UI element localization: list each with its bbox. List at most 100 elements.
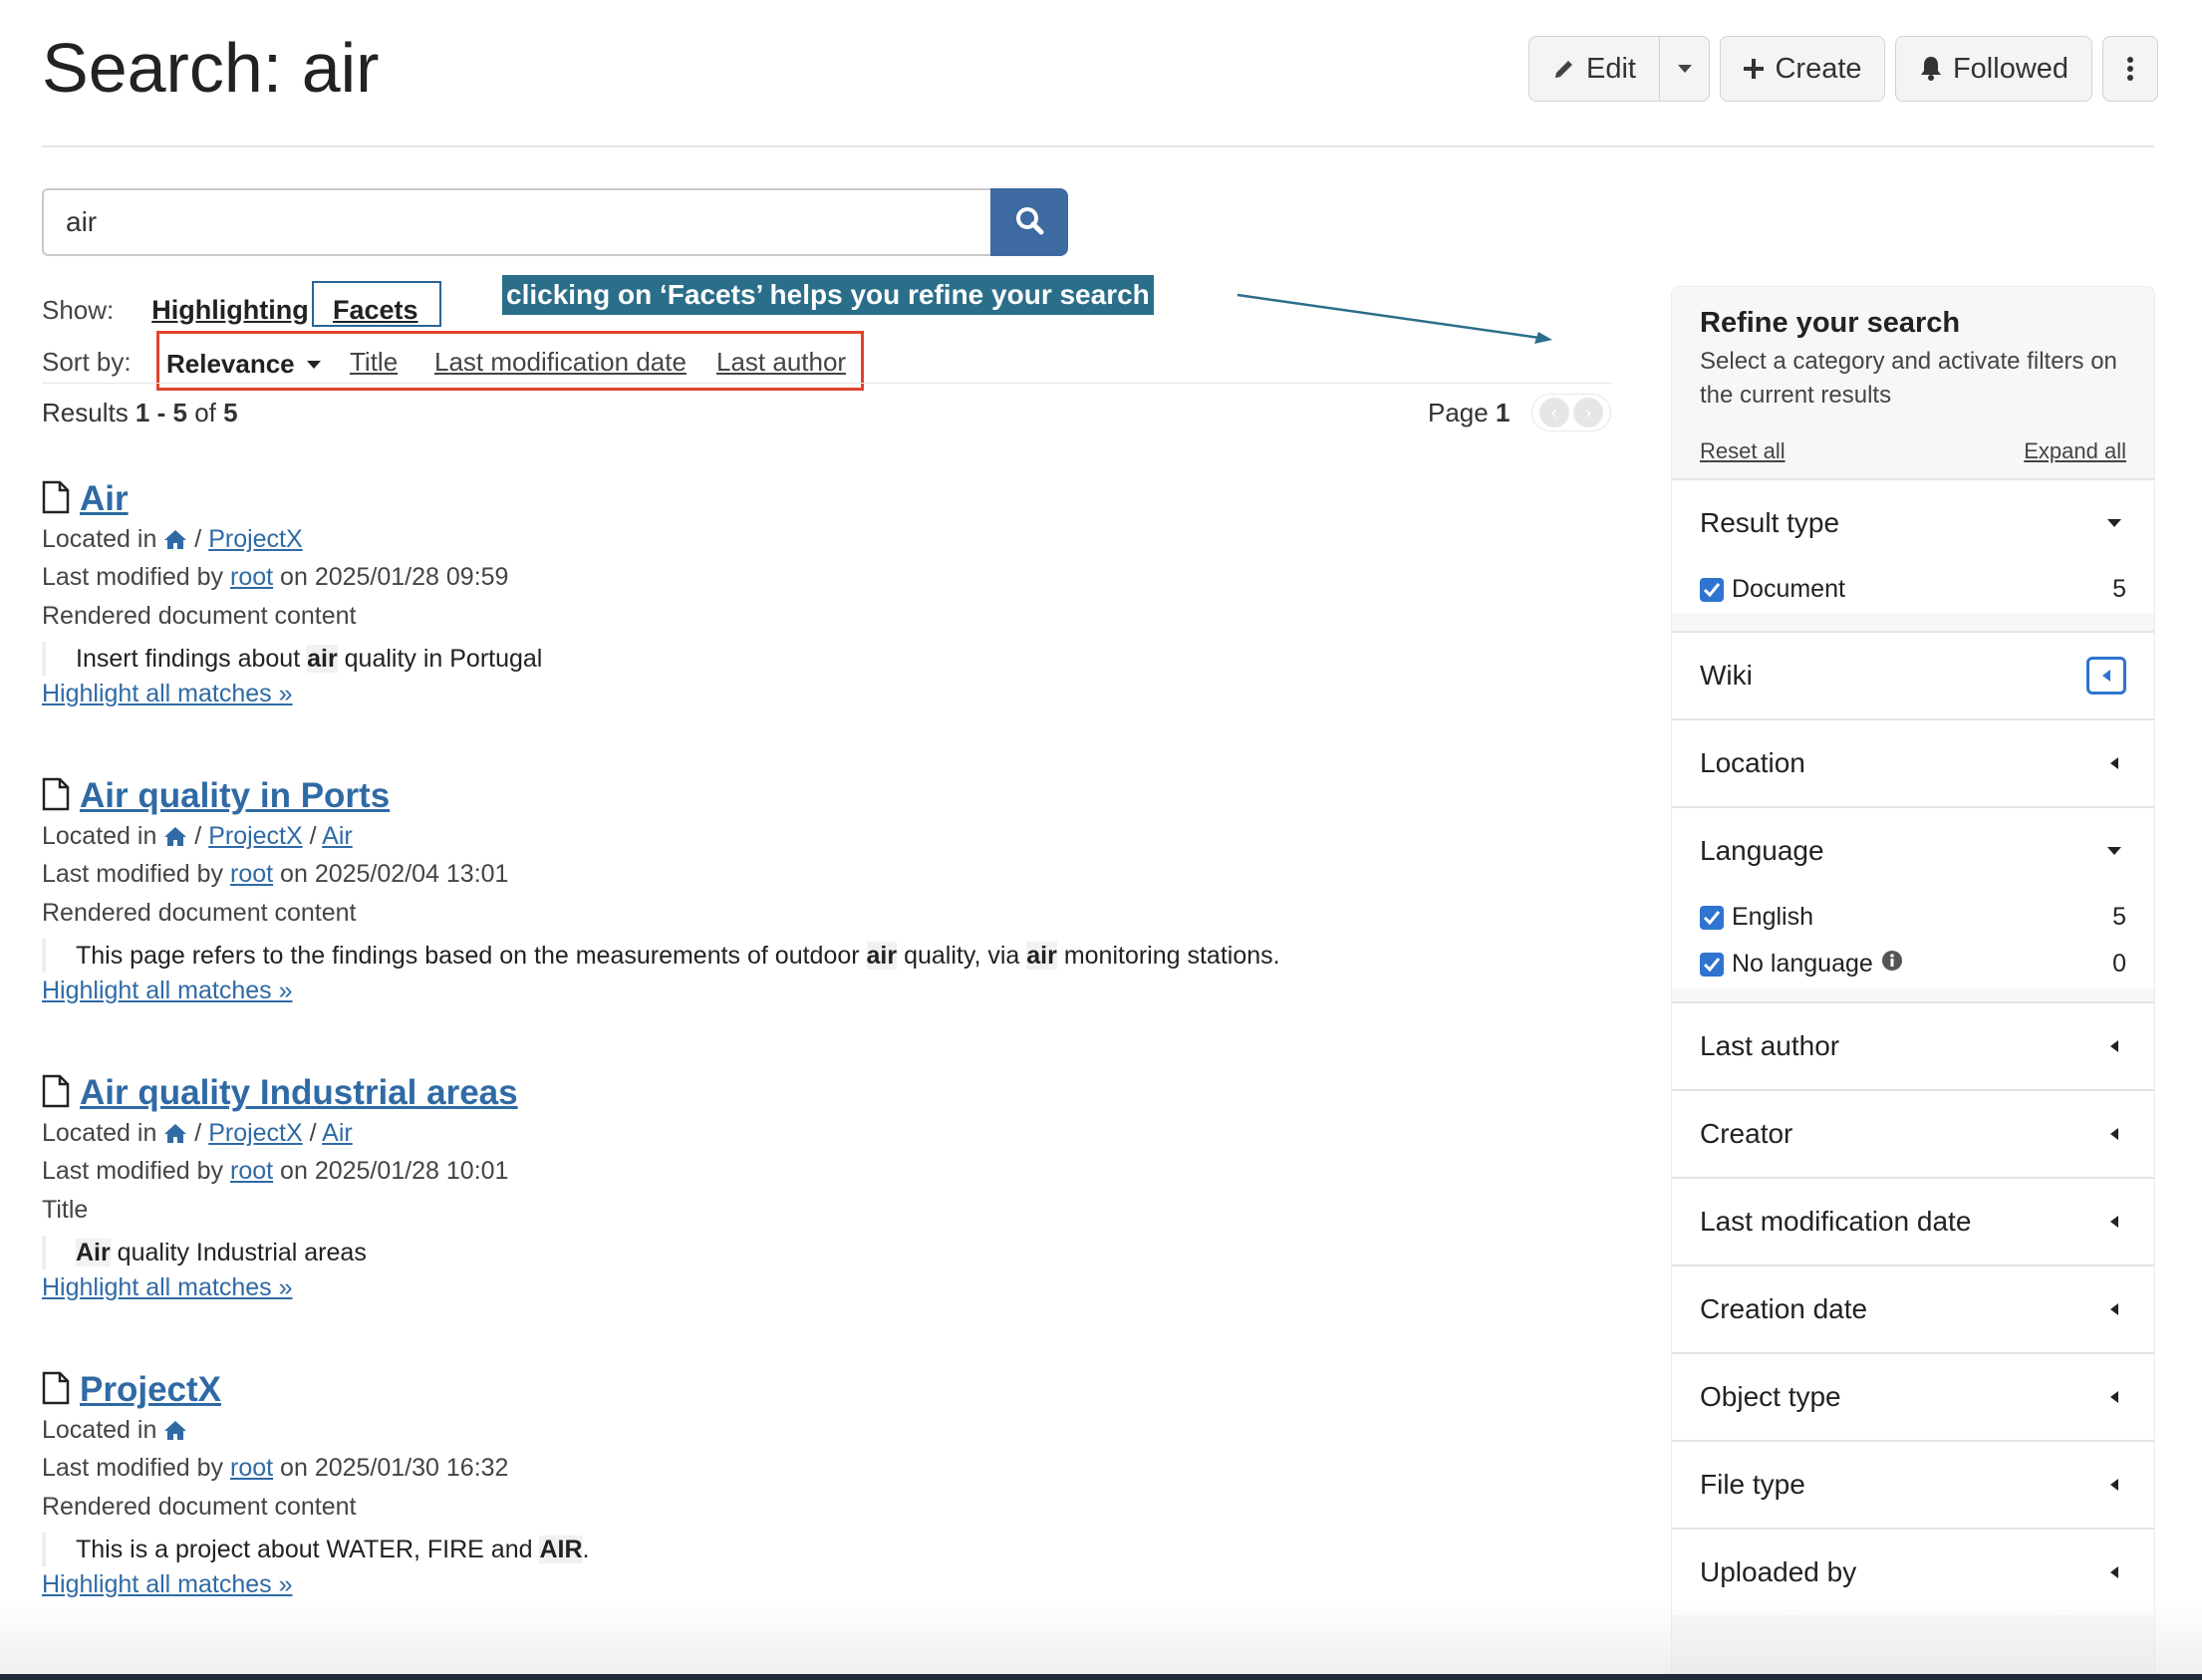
check-icon (1703, 582, 1721, 597)
checkbox[interactable] (1700, 577, 1724, 602)
facet-header[interactable]: Language (1700, 808, 2126, 894)
on-label: on (280, 563, 308, 591)
sort-last-author-link[interactable]: Last author (716, 347, 846, 378)
facet-header[interactable]: Object type (1700, 1354, 2126, 1440)
result-title-link[interactable]: Air (80, 479, 129, 519)
home-icon[interactable] (163, 822, 187, 857)
facet-label: Last modification date (1700, 1206, 1972, 1237)
highlight-all-link[interactable]: Highlight all matches » (42, 973, 1596, 1008)
result-title-row: Air quality in Ports (42, 773, 1596, 819)
result-snippet: This page refers to the findings based o… (42, 939, 1596, 973)
author-link[interactable]: root (230, 1157, 273, 1185)
search-button[interactable] (990, 188, 1068, 256)
facet-header[interactable]: Creation date (1700, 1266, 2126, 1352)
author-link[interactable]: root (230, 860, 273, 888)
expand-facet-button[interactable] (2086, 657, 2126, 695)
facet-header[interactable]: Result type (1700, 480, 2126, 566)
snippet-text: quality in Portugal (337, 645, 543, 673)
facet-language: Language English 5 No language 0 (1672, 806, 2154, 987)
facet-label: Location (1700, 747, 1805, 778)
home-icon[interactable] (163, 1119, 187, 1154)
facet-header[interactable]: Creator (1700, 1091, 2126, 1177)
snippet-match: air (307, 645, 338, 673)
home-icon[interactable] (163, 1416, 187, 1451)
followed-label: Followed (1952, 52, 2069, 85)
snippet-text: Insert findings about (76, 645, 308, 673)
author-link[interactable]: root (230, 563, 273, 591)
facet-header[interactable]: File type (1700, 1442, 2126, 1528)
highlight-all-link[interactable]: Highlight all matches » (42, 1566, 1596, 1602)
breadcrumb-link[interactable]: ProjectX (208, 1119, 302, 1147)
search-input[interactable] (42, 188, 992, 256)
facets-link[interactable]: Facets (333, 295, 418, 326)
result-title-link[interactable]: Air quality in Ports (80, 776, 390, 816)
file-icon (42, 1074, 70, 1113)
on-label: on (280, 860, 308, 888)
prev-page-button[interactable]: ‹ (1539, 398, 1569, 427)
author-link[interactable]: root (230, 1454, 273, 1482)
result-title-link[interactable]: ProjectX (80, 1370, 221, 1410)
page-number: 1 (1495, 398, 1511, 427)
page-indicator: Page 1 (1428, 398, 1510, 428)
caret-left-icon (2102, 1560, 2126, 1584)
caret-down-icon (2102, 511, 2126, 535)
result-location: Located in / ProjectX / Air (42, 819, 1596, 857)
followed-button[interactable]: Followed (1895, 36, 2092, 102)
breadcrumb-link[interactable]: ProjectX (208, 822, 302, 850)
create-button[interactable]: Create (1720, 36, 1885, 102)
show-label: Show: (42, 295, 115, 325)
facet-header[interactable]: Last modification date (1700, 1179, 2126, 1264)
refine-title: Refine your search (1700, 307, 1961, 339)
caret-down-icon (1677, 64, 1693, 74)
results-count: Results 1 - 5 of 5 (42, 398, 238, 428)
refine-panel-links: Reset all Expand all (1672, 438, 2154, 464)
next-page-button[interactable]: › (1573, 398, 1603, 427)
sort-relevance-dropdown[interactable]: Relevance (166, 346, 322, 380)
breadcrumb-link[interactable]: Air (322, 1119, 353, 1147)
sort-title-link[interactable]: Title (350, 347, 398, 378)
file-icon (42, 480, 70, 519)
facet-creation-date: Creation date (1672, 1264, 2154, 1352)
breadcrumb-link[interactable]: ProjectX (208, 525, 302, 553)
facet-label: Language (1700, 835, 1824, 866)
more-actions-button[interactable] (2102, 36, 2158, 102)
sort-last-mod-link[interactable]: Last modification date (434, 347, 687, 378)
facet-header[interactable]: Location (1700, 720, 2126, 806)
result-title-row: Air quality Industrial areas (42, 1070, 1596, 1116)
reset-all-link[interactable]: Reset all (1700, 438, 1786, 464)
result-title-link[interactable]: Air quality Industrial areas (80, 1073, 518, 1113)
checkbox[interactable] (1700, 952, 1724, 977)
edit-button[interactable]: Edit (1528, 36, 1660, 102)
highlighting-link[interactable]: Highlighting (151, 295, 308, 326)
caret-left-icon (2102, 1122, 2126, 1146)
highlight-all-link[interactable]: Highlight all matches » (42, 676, 1596, 711)
facet-header[interactable]: Last author (1700, 1003, 2126, 1089)
expand-all-link[interactable]: Expand all (2024, 438, 2126, 464)
info-icon[interactable] (1881, 950, 1903, 979)
page-title: Search: air (42, 29, 380, 107)
highlight-all-link[interactable]: Highlight all matches » (42, 1269, 1596, 1305)
on-label: on (280, 1454, 308, 1482)
facet-location: Location (1672, 718, 2154, 806)
edit-dropdown-button[interactable] (1660, 36, 1710, 102)
facet-label: Object type (1700, 1381, 1841, 1412)
facet-label: Last author (1700, 1030, 1840, 1061)
refine-panel-header: Refine your search Select a category and… (1672, 287, 2154, 413)
checkbox[interactable] (1700, 905, 1724, 930)
modified-date: 2025/01/28 10:01 (314, 1157, 509, 1185)
facet-header[interactable]: Wiki (1700, 633, 2126, 718)
search-icon (1014, 205, 1044, 240)
snippet-text: monitoring stations. (1056, 942, 1280, 970)
result-modified: Last modified by root on 2025/01/28 10:0… (42, 1154, 1596, 1189)
home-icon[interactable] (163, 525, 187, 560)
result-location: Located in / ProjectX / Air (42, 1116, 1596, 1154)
breadcrumb-link[interactable]: Air (322, 822, 353, 850)
facet-option[interactable]: No language 0 (1700, 941, 2126, 987)
facet-label: File type (1700, 1469, 1805, 1500)
show-row: Show: Highlighting (42, 295, 309, 326)
facet-option[interactable]: Document 5 (1700, 566, 2126, 613)
facet-option[interactable]: English 5 (1700, 894, 2126, 941)
facet-label: Result type (1700, 507, 1840, 538)
header-actions: Edit Create Followed (1528, 36, 2158, 102)
edit-button-group: Edit (1528, 36, 1710, 102)
